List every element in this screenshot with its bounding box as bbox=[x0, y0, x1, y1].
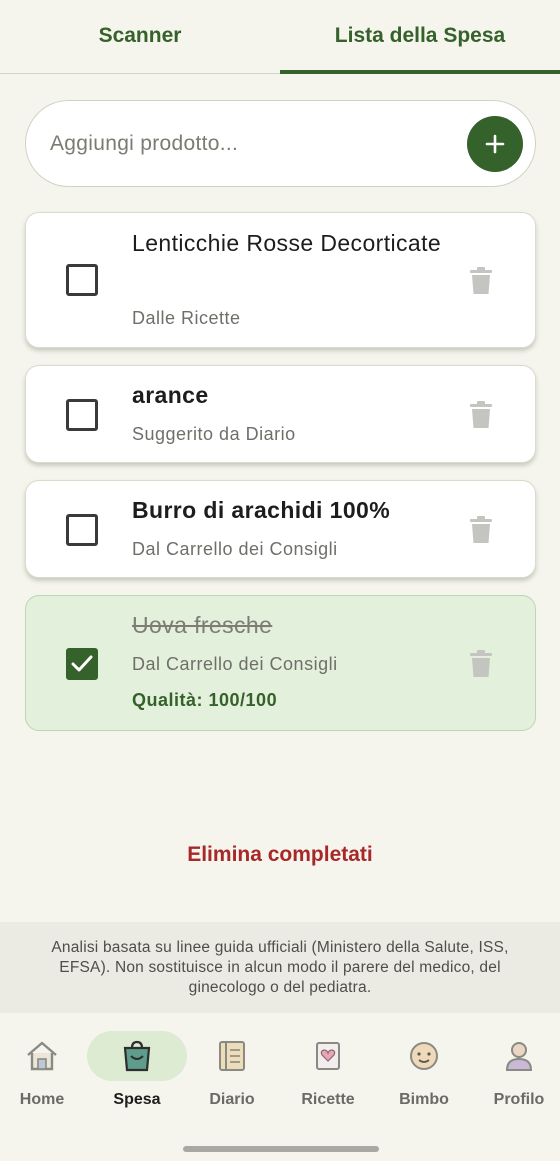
home-indicator[interactable] bbox=[183, 1146, 379, 1152]
plus-icon bbox=[485, 134, 505, 154]
nav-label: Diario bbox=[209, 1091, 255, 1108]
item-quality-score: Qualità: 100/100 bbox=[132, 690, 278, 710]
recipe-card-icon bbox=[316, 1042, 340, 1070]
list-item-completed: Uova fresche Dal Carrello dei Consigli Q… bbox=[25, 595, 536, 731]
item-name: Uova fresche bbox=[132, 612, 273, 638]
item-name: arance bbox=[132, 382, 209, 408]
item-checkbox[interactable] bbox=[66, 648, 98, 680]
nav-item-profilo[interactable]: Profilo bbox=[469, 1031, 560, 1109]
trash-icon[interactable] bbox=[470, 650, 492, 678]
trash-icon[interactable] bbox=[470, 267, 492, 295]
nav-item-diario[interactable]: Diario bbox=[182, 1031, 282, 1109]
trash-icon[interactable] bbox=[470, 516, 492, 544]
list-item: Lenticchie Rosse Decorticate Dalle Ricet… bbox=[25, 212, 536, 348]
tab-shopping-list[interactable]: Lista della Spesa bbox=[280, 0, 560, 74]
item-checkbox[interactable] bbox=[66, 514, 98, 546]
tab-scanner[interactable]: Scanner bbox=[0, 0, 280, 73]
nav-item-home[interactable]: Home bbox=[0, 1031, 92, 1109]
top-tab-bar: Scanner Lista della Spesa bbox=[0, 0, 560, 74]
disclaimer-banner: Analisi basata su linee guida ufficiali … bbox=[0, 922, 560, 1013]
nav-item-ricette[interactable]: Ricette bbox=[278, 1031, 378, 1109]
item-checkbox[interactable] bbox=[66, 399, 98, 431]
item-source: Dal Carrello dei Consigli bbox=[132, 654, 338, 674]
journal-icon bbox=[219, 1041, 245, 1071]
clear-completed-button[interactable]: Elimina completati bbox=[0, 843, 560, 867]
baby-face-icon bbox=[410, 1042, 438, 1070]
nav-item-spesa[interactable]: Spesa bbox=[87, 1031, 187, 1109]
item-source: Dalle Ricette bbox=[132, 308, 241, 328]
trash-icon[interactable] bbox=[470, 401, 492, 429]
nav-label: Home bbox=[19, 1091, 65, 1108]
disclaimer-text: Analisi basata su linee guida ufficiali … bbox=[51, 938, 509, 996]
add-product-bar bbox=[25, 100, 536, 187]
list-item: Burro di arachidi 100% Dal Carrello dei … bbox=[25, 480, 536, 578]
person-icon bbox=[505, 1042, 533, 1071]
add-product-button[interactable] bbox=[467, 116, 523, 172]
item-source: Dal Carrello dei Consigli bbox=[132, 539, 338, 559]
checkmark-icon bbox=[71, 655, 93, 672]
nav-label: Bimbo bbox=[399, 1091, 449, 1108]
item-name: Burro di arachidi 100% bbox=[132, 497, 391, 523]
home-icon bbox=[27, 1041, 57, 1071]
item-name: Lenticchie Rosse Decorticate bbox=[132, 230, 442, 256]
list-item: arance Suggerito da Diario bbox=[25, 365, 536, 463]
shopping-bag-icon bbox=[123, 1040, 151, 1072]
nav-label: Spesa bbox=[113, 1091, 161, 1108]
item-source: Suggerito da Diario bbox=[132, 424, 296, 444]
nav-item-bimbo[interactable]: Bimbo bbox=[374, 1031, 474, 1109]
nav-label: Ricette bbox=[301, 1091, 355, 1108]
item-checkbox[interactable] bbox=[66, 264, 98, 296]
nav-label: Profilo bbox=[493, 1091, 545, 1108]
add-product-input[interactable] bbox=[50, 131, 535, 156]
bottom-navigation: Home Spesa Diario Ricette Bimbo Profilo bbox=[0, 1013, 560, 1161]
